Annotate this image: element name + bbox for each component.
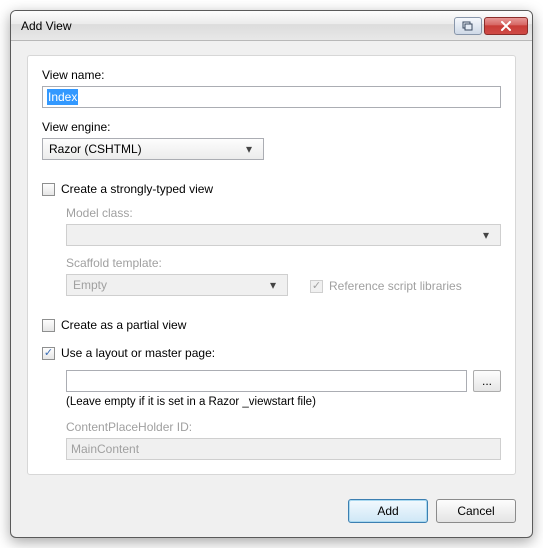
dialog-window: Add View View name: Index View engine (10, 10, 533, 538)
close-button[interactable] (484, 17, 528, 35)
add-button[interactable]: Add (348, 499, 428, 523)
view-engine-select[interactable]: Razor (CSHTML) ▾ (42, 138, 264, 160)
add-button-label: Add (377, 504, 398, 518)
model-class-select: ▾ (66, 224, 501, 246)
strongly-typed-checkbox[interactable] (42, 183, 55, 196)
dialog-footer: Add Cancel (11, 489, 532, 537)
window-title: Add View (21, 19, 454, 33)
partial-view-checkbox[interactable] (42, 319, 55, 332)
partial-view-row: Create as a partial view (42, 318, 501, 332)
maximize-icon (462, 21, 474, 31)
cancel-button-label: Cancel (457, 504, 494, 518)
dialog-content: View name: Index View engine: Razor (CSH… (11, 41, 532, 489)
layout-label: Use a layout or master page: (61, 346, 215, 360)
view-name-label: View name: (42, 68, 501, 82)
chevron-down-icon: ▾ (478, 228, 494, 242)
chevron-down-icon: ▾ (265, 278, 281, 292)
close-icon (500, 21, 512, 31)
layout-row: Use a layout or master page: (42, 346, 501, 360)
partial-view-label: Create as a partial view (61, 318, 186, 332)
maximize-button[interactable] (454, 17, 482, 35)
form-panel: View name: Index View engine: Razor (CSH… (27, 55, 516, 475)
scaffold-label: Scaffold template: (66, 256, 288, 270)
browse-label: ... (482, 374, 492, 388)
strongly-typed-group: Model class: ▾ Scaffold template: Empty … (66, 200, 501, 296)
titlebar: Add View (11, 11, 532, 41)
view-name-value: Index (47, 89, 78, 105)
view-engine-value: Razor (CSHTML) (49, 142, 142, 156)
strongly-typed-label: Create a strongly-typed view (61, 182, 213, 196)
content-placeholder-input (66, 438, 501, 460)
cancel-button[interactable]: Cancel (436, 499, 516, 523)
layout-checkbox[interactable] (42, 347, 55, 360)
strongly-typed-row: Create a strongly-typed view (42, 182, 501, 196)
model-class-label: Model class: (66, 206, 501, 220)
view-name-input[interactable]: Index (42, 86, 501, 108)
layout-hint: (Leave empty if it is set in a Razor _vi… (66, 396, 501, 408)
layout-group: ... (Leave empty if it is set in a Razor… (66, 364, 501, 460)
reference-scripts-checkbox (310, 280, 323, 293)
view-engine-label: View engine: (42, 120, 501, 134)
layout-path-input[interactable] (66, 370, 467, 392)
browse-button[interactable]: ... (473, 370, 501, 392)
scaffold-select: Empty ▾ (66, 274, 288, 296)
chevron-down-icon: ▾ (241, 142, 257, 156)
scaffold-value: Empty (73, 278, 107, 292)
content-placeholder-label: ContentPlaceHolder ID: (66, 420, 501, 434)
reference-scripts-label: Reference script libraries (329, 279, 462, 293)
window-buttons (454, 17, 528, 35)
